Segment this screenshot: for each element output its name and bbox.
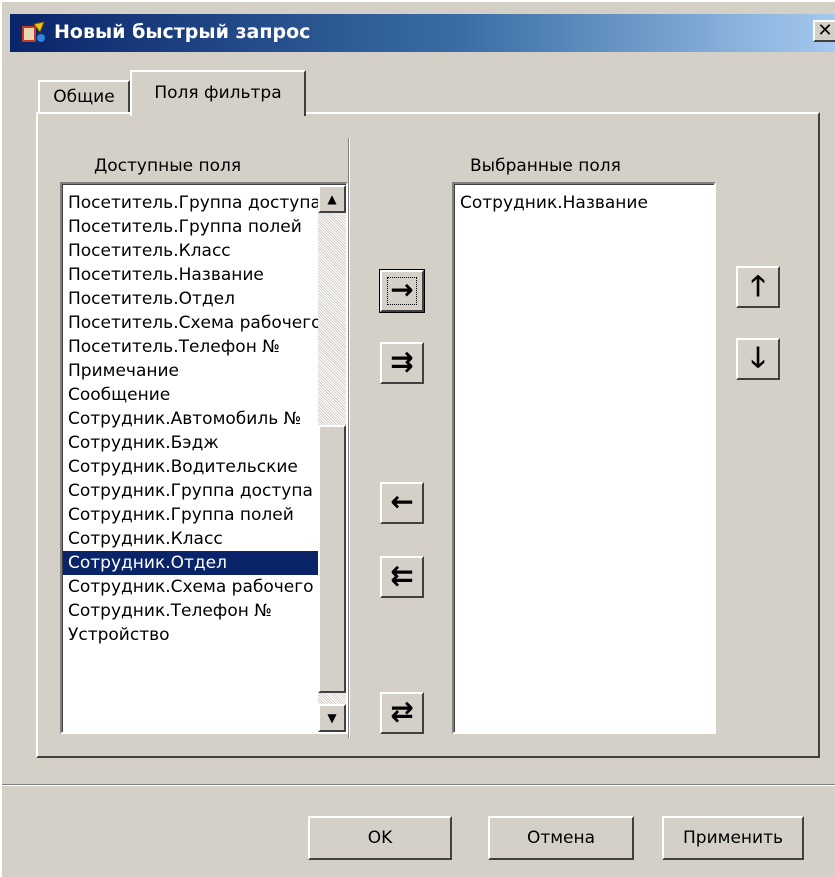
available-field-item[interactable]: Посетитель.Отдел: [63, 287, 318, 311]
available-field-item[interactable]: Посетитель.Схема рабочего: [63, 311, 318, 335]
scroll-thumb[interactable]: [318, 425, 346, 693]
scroll-up-button[interactable]: ▲: [318, 185, 346, 213]
available-field-item[interactable]: Посетитель.Название: [63, 263, 318, 287]
scroll-down-icon: ▼: [327, 711, 337, 725]
focus-indicator: [387, 277, 417, 305]
cancel-button-label: Отмена: [526, 828, 596, 848]
window-title: Новый быстрый запрос: [54, 21, 311, 43]
available-field-item[interactable]: Сообщение: [63, 383, 318, 407]
selected-field-item[interactable]: Сотрудник.Название: [455, 191, 714, 215]
available-scrollbar[interactable]: ▲ ▼: [318, 185, 346, 732]
available-field-item[interactable]: Устройство: [63, 623, 318, 647]
arrow-left-icon: ←: [390, 485, 414, 518]
remove-all-fields-button[interactable]: ⇇: [380, 556, 424, 598]
apply-button-label: Применить: [683, 828, 783, 848]
remove-field-button[interactable]: ←: [380, 482, 424, 524]
available-field-item[interactable]: Посетитель.Класс: [63, 239, 318, 263]
move-up-button[interactable]: 🡑: [736, 266, 780, 308]
vertical-divider: [348, 138, 350, 738]
ok-button-label: OK: [367, 828, 393, 848]
available-fields-list[interactable]: Посетитель.Группа доступа Посетитель.Груп…: [60, 182, 348, 734]
selected-items: Сотрудник.Название: [455, 191, 714, 215]
available-field-item[interactable]: Сотрудник.Водительские: [63, 455, 318, 479]
available-field-item[interactable]: Посетитель.Группа доступа: [63, 191, 318, 215]
available-field-item[interactable]: Сотрудник.Схема рабочего: [63, 575, 318, 599]
close-icon: ✕: [817, 20, 833, 41]
move-down-button[interactable]: 🡓: [736, 338, 780, 380]
scroll-up-icon: ▲: [327, 192, 337, 206]
available-field-item[interactable]: Сотрудник.Бэдж: [63, 431, 318, 455]
cancel-button[interactable]: Отмена: [488, 816, 634, 860]
add-field-button[interactable]: →: [379, 269, 425, 313]
swap-arrows-icon: ⇄: [390, 695, 414, 728]
tab-general[interactable]: Общие: [38, 80, 130, 114]
apply-button[interactable]: Применить: [662, 816, 804, 860]
double-arrow-left-icon: ⇇: [390, 559, 414, 592]
selected-fields-label: Выбранные поля: [470, 156, 621, 176]
selected-fields-list[interactable]: Сотрудник.Название: [452, 182, 716, 734]
query-app-icon: [22, 21, 45, 42]
tab-general-label: Общие: [53, 87, 115, 107]
tab-filter-fields[interactable]: Поля фильтра: [130, 70, 306, 116]
available-field-item[interactable]: Сотрудник.Автомобиль №: [63, 407, 318, 431]
available-field-item[interactable]: Сотрудник.Отдел: [63, 551, 318, 575]
available-field-item[interactable]: Сотрудник.Группа полей: [63, 503, 318, 527]
available-items: Посетитель.Группа доступа Посетитель.Груп…: [63, 191, 318, 647]
arrow-down-icon: 🡓: [750, 341, 766, 374]
close-button[interactable]: ✕: [813, 20, 835, 42]
footer-divider: [2, 784, 835, 786]
available-field-item[interactable]: Примечание: [63, 359, 318, 383]
swap-fields-button[interactable]: ⇄: [380, 692, 424, 734]
scroll-down-button[interactable]: ▼: [318, 704, 346, 732]
arrow-up-icon: 🡑: [750, 269, 766, 302]
available-field-item[interactable]: Посетитель.Группа полей: [63, 215, 318, 239]
add-all-fields-button[interactable]: ⇉: [380, 342, 424, 384]
tab-filter-fields-label: Поля фильтра: [154, 83, 282, 103]
dialog-window: Новый быстрый запрос ✕ Общие Поля фильтр…: [0, 0, 835, 877]
available-field-item[interactable]: Посетитель.Телефон №: [63, 335, 318, 359]
double-arrow-right-icon: ⇉: [390, 345, 414, 378]
ok-button[interactable]: OK: [308, 816, 452, 860]
available-field-item[interactable]: Сотрудник.Группа доступа: [63, 479, 318, 503]
title-bar[interactable]: Новый быстрый запрос ✕: [10, 14, 835, 52]
available-fields-label: Доступные поля: [94, 156, 242, 176]
available-field-item[interactable]: Сотрудник.Телефон №: [63, 599, 318, 623]
available-field-item[interactable]: Сотрудник.Класс: [63, 527, 318, 551]
